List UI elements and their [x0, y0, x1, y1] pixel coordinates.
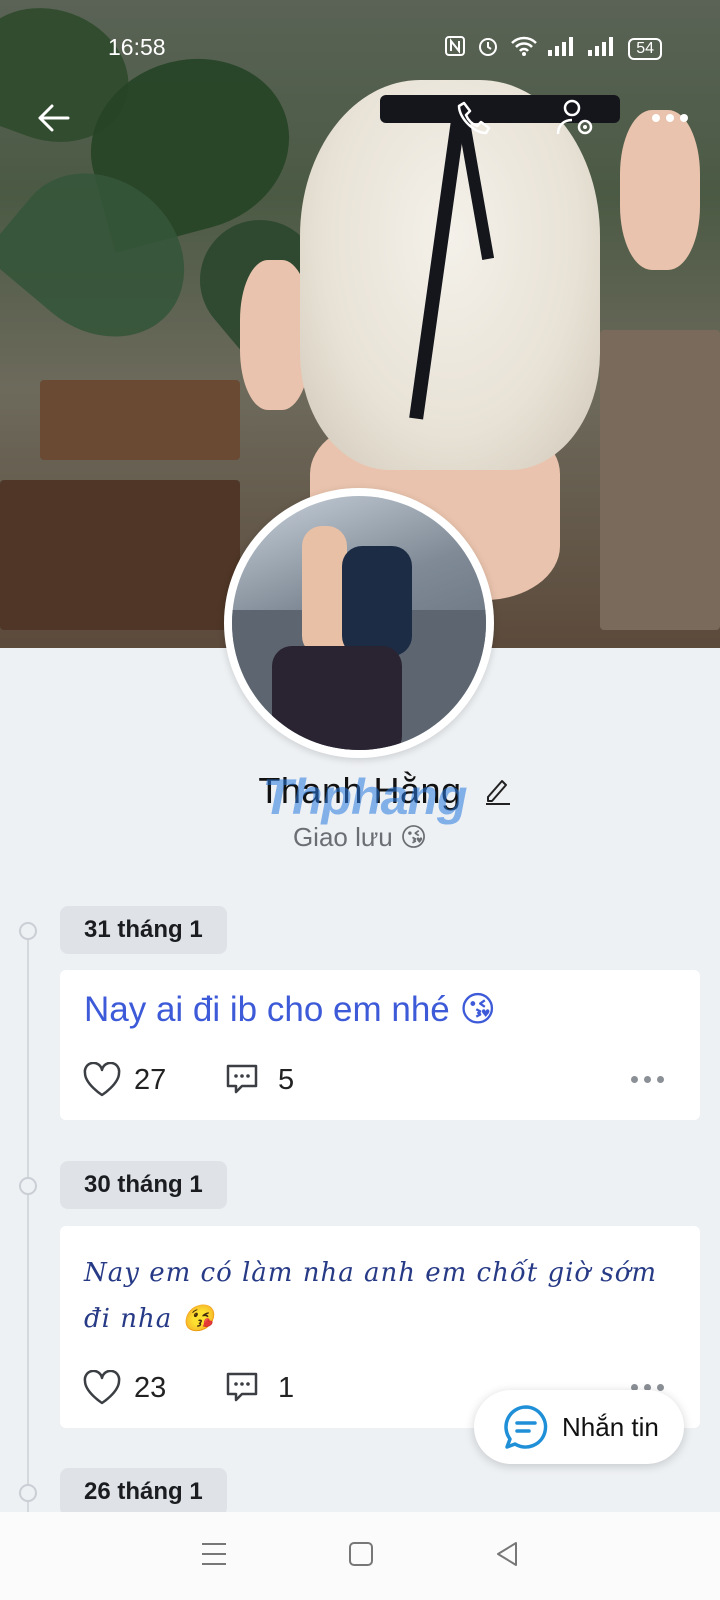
comment-count: 5 — [278, 1063, 295, 1096]
more-icon — [652, 114, 688, 122]
avatar-arm — [302, 526, 347, 656]
timeline-dot — [19, 1484, 37, 1502]
dot-icon — [657, 1384, 664, 1391]
like-count: 23 — [134, 1371, 167, 1404]
avatar-frame[interactable] — [224, 488, 494, 758]
like-count: 27 — [134, 1063, 167, 1096]
date-tag: 26 tháng 1 — [60, 1468, 227, 1516]
post-card[interactable]: Nay ai đi ib cho em nhé 😘 27 5 — [60, 970, 700, 1120]
signal-icon — [588, 36, 618, 62]
comment-button[interactable]: 1 — [224, 1370, 294, 1406]
avatar-pants — [272, 646, 402, 750]
comment-icon — [226, 1064, 258, 1094]
like-button[interactable]: 27 — [82, 1062, 166, 1098]
wooden-bench — [600, 330, 720, 630]
wooden-stool — [0, 480, 240, 630]
profile-name-row: Thanh Hằng Thphang — [0, 769, 720, 825]
phone-call-icon — [457, 101, 491, 135]
message-button[interactable]: Nhắn tin — [474, 1390, 684, 1464]
comment-icon — [226, 1372, 258, 1402]
system-nav-bar — [0, 1512, 720, 1600]
top-action-bar — [0, 90, 720, 154]
heart-icon — [83, 1370, 121, 1405]
edit-name-button[interactable] — [484, 775, 512, 810]
post-more-button[interactable] — [631, 1076, 664, 1083]
wifi-icon — [510, 35, 538, 63]
back-nav-button[interactable] — [494, 1540, 520, 1573]
status-time: 16:58 — [108, 34, 166, 60]
profile-bio: Giao lưu 😘 — [292, 822, 428, 852]
comment-count: 1 — [278, 1371, 295, 1404]
chat-bubble-icon — [504, 1405, 548, 1449]
date-tag: 30 tháng 1 — [60, 1161, 227, 1209]
like-button[interactable]: 23 — [82, 1370, 166, 1406]
comment-button[interactable]: 5 — [224, 1062, 294, 1098]
pencil-icon — [486, 780, 510, 805]
wooden-stool — [40, 380, 240, 460]
timeline-line — [27, 928, 29, 1518]
call-button[interactable] — [446, 90, 502, 146]
home-square-icon — [349, 1541, 373, 1566]
menu-nav-button[interactable] — [200, 1541, 228, 1572]
back-button[interactable] — [26, 90, 82, 146]
message-button-label: Nhắn tin — [562, 1411, 659, 1442]
nfc-icon — [444, 35, 466, 63]
dot-icon — [644, 1076, 651, 1083]
status-bar: 16:58 54 — [0, 0, 720, 96]
signal-icon — [548, 36, 578, 62]
home-nav-button[interactable] — [348, 1541, 374, 1572]
watermark: Thphang — [262, 769, 467, 825]
post-text: Nay ai đi ib cho em nhé 😘 — [84, 990, 496, 1029]
avatar-top — [342, 546, 412, 656]
battery-icon: 54 — [628, 38, 662, 60]
avatar — [232, 496, 486, 750]
menu-icon — [202, 1542, 226, 1565]
back-arrow-icon — [38, 104, 70, 132]
profile-settings-button[interactable] — [548, 90, 604, 146]
dot-icon — [631, 1076, 638, 1083]
more-button[interactable] — [642, 90, 698, 146]
status-icons: 54 — [444, 34, 662, 64]
heart-icon — [83, 1062, 121, 1097]
back-triangle-icon — [497, 1541, 517, 1566]
alarm-icon — [476, 34, 500, 64]
dot-icon — [657, 1076, 664, 1083]
date-tag: 31 tháng 1 — [60, 906, 227, 954]
timeline-dot — [19, 922, 37, 940]
post-text: Nay em có làm nha anh em chốt giờ sớm đi… — [84, 1258, 657, 1334]
user-settings-icon — [556, 99, 593, 135]
timeline-dot — [19, 1177, 37, 1195]
